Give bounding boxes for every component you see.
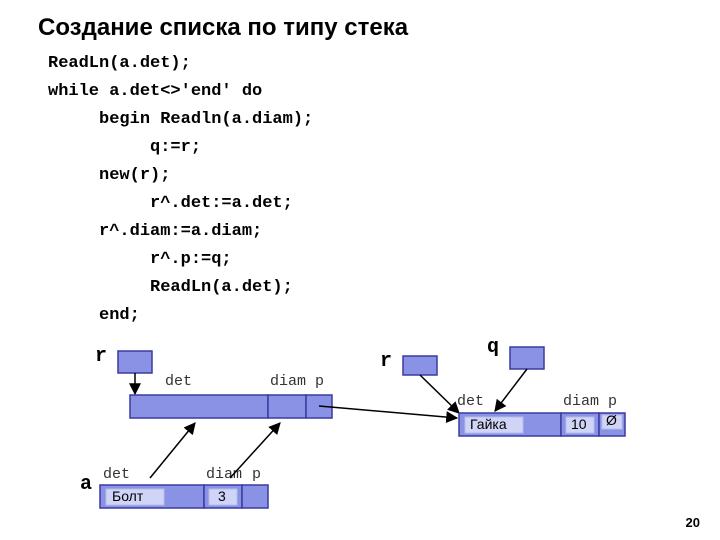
node1-label-p: p bbox=[315, 373, 335, 390]
a-label-p: p bbox=[252, 466, 272, 483]
node2-diam-value: 10 bbox=[571, 416, 595, 432]
a-label-det: det bbox=[103, 466, 143, 483]
node1-det-cell bbox=[130, 395, 268, 418]
node2-label-det: det bbox=[457, 393, 497, 410]
a-label-diam: diam bbox=[206, 466, 250, 483]
label-q: q bbox=[487, 336, 507, 359]
page-number: 20 bbox=[686, 515, 700, 530]
a-p-cell bbox=[242, 485, 268, 508]
linked-list-diagram: r det diam p r q det diam p Гайка 10 Ø a… bbox=[0, 0, 720, 540]
node2-p-value: Ø bbox=[606, 412, 624, 428]
node2-label-p: p bbox=[608, 393, 628, 410]
node1-label-diam: diam bbox=[270, 373, 314, 390]
node1-diam-cell bbox=[268, 395, 306, 418]
label-a: a bbox=[80, 473, 100, 496]
a-diam-value: 3 bbox=[218, 488, 238, 504]
node1-label-det: det bbox=[165, 373, 205, 390]
a-det-value: Болт bbox=[112, 488, 172, 504]
node2-label-diam: diam bbox=[563, 393, 607, 410]
label-r-mid: r bbox=[380, 350, 400, 373]
node2-det-value: Гайка bbox=[470, 416, 530, 432]
label-r-left: r bbox=[95, 345, 115, 368]
